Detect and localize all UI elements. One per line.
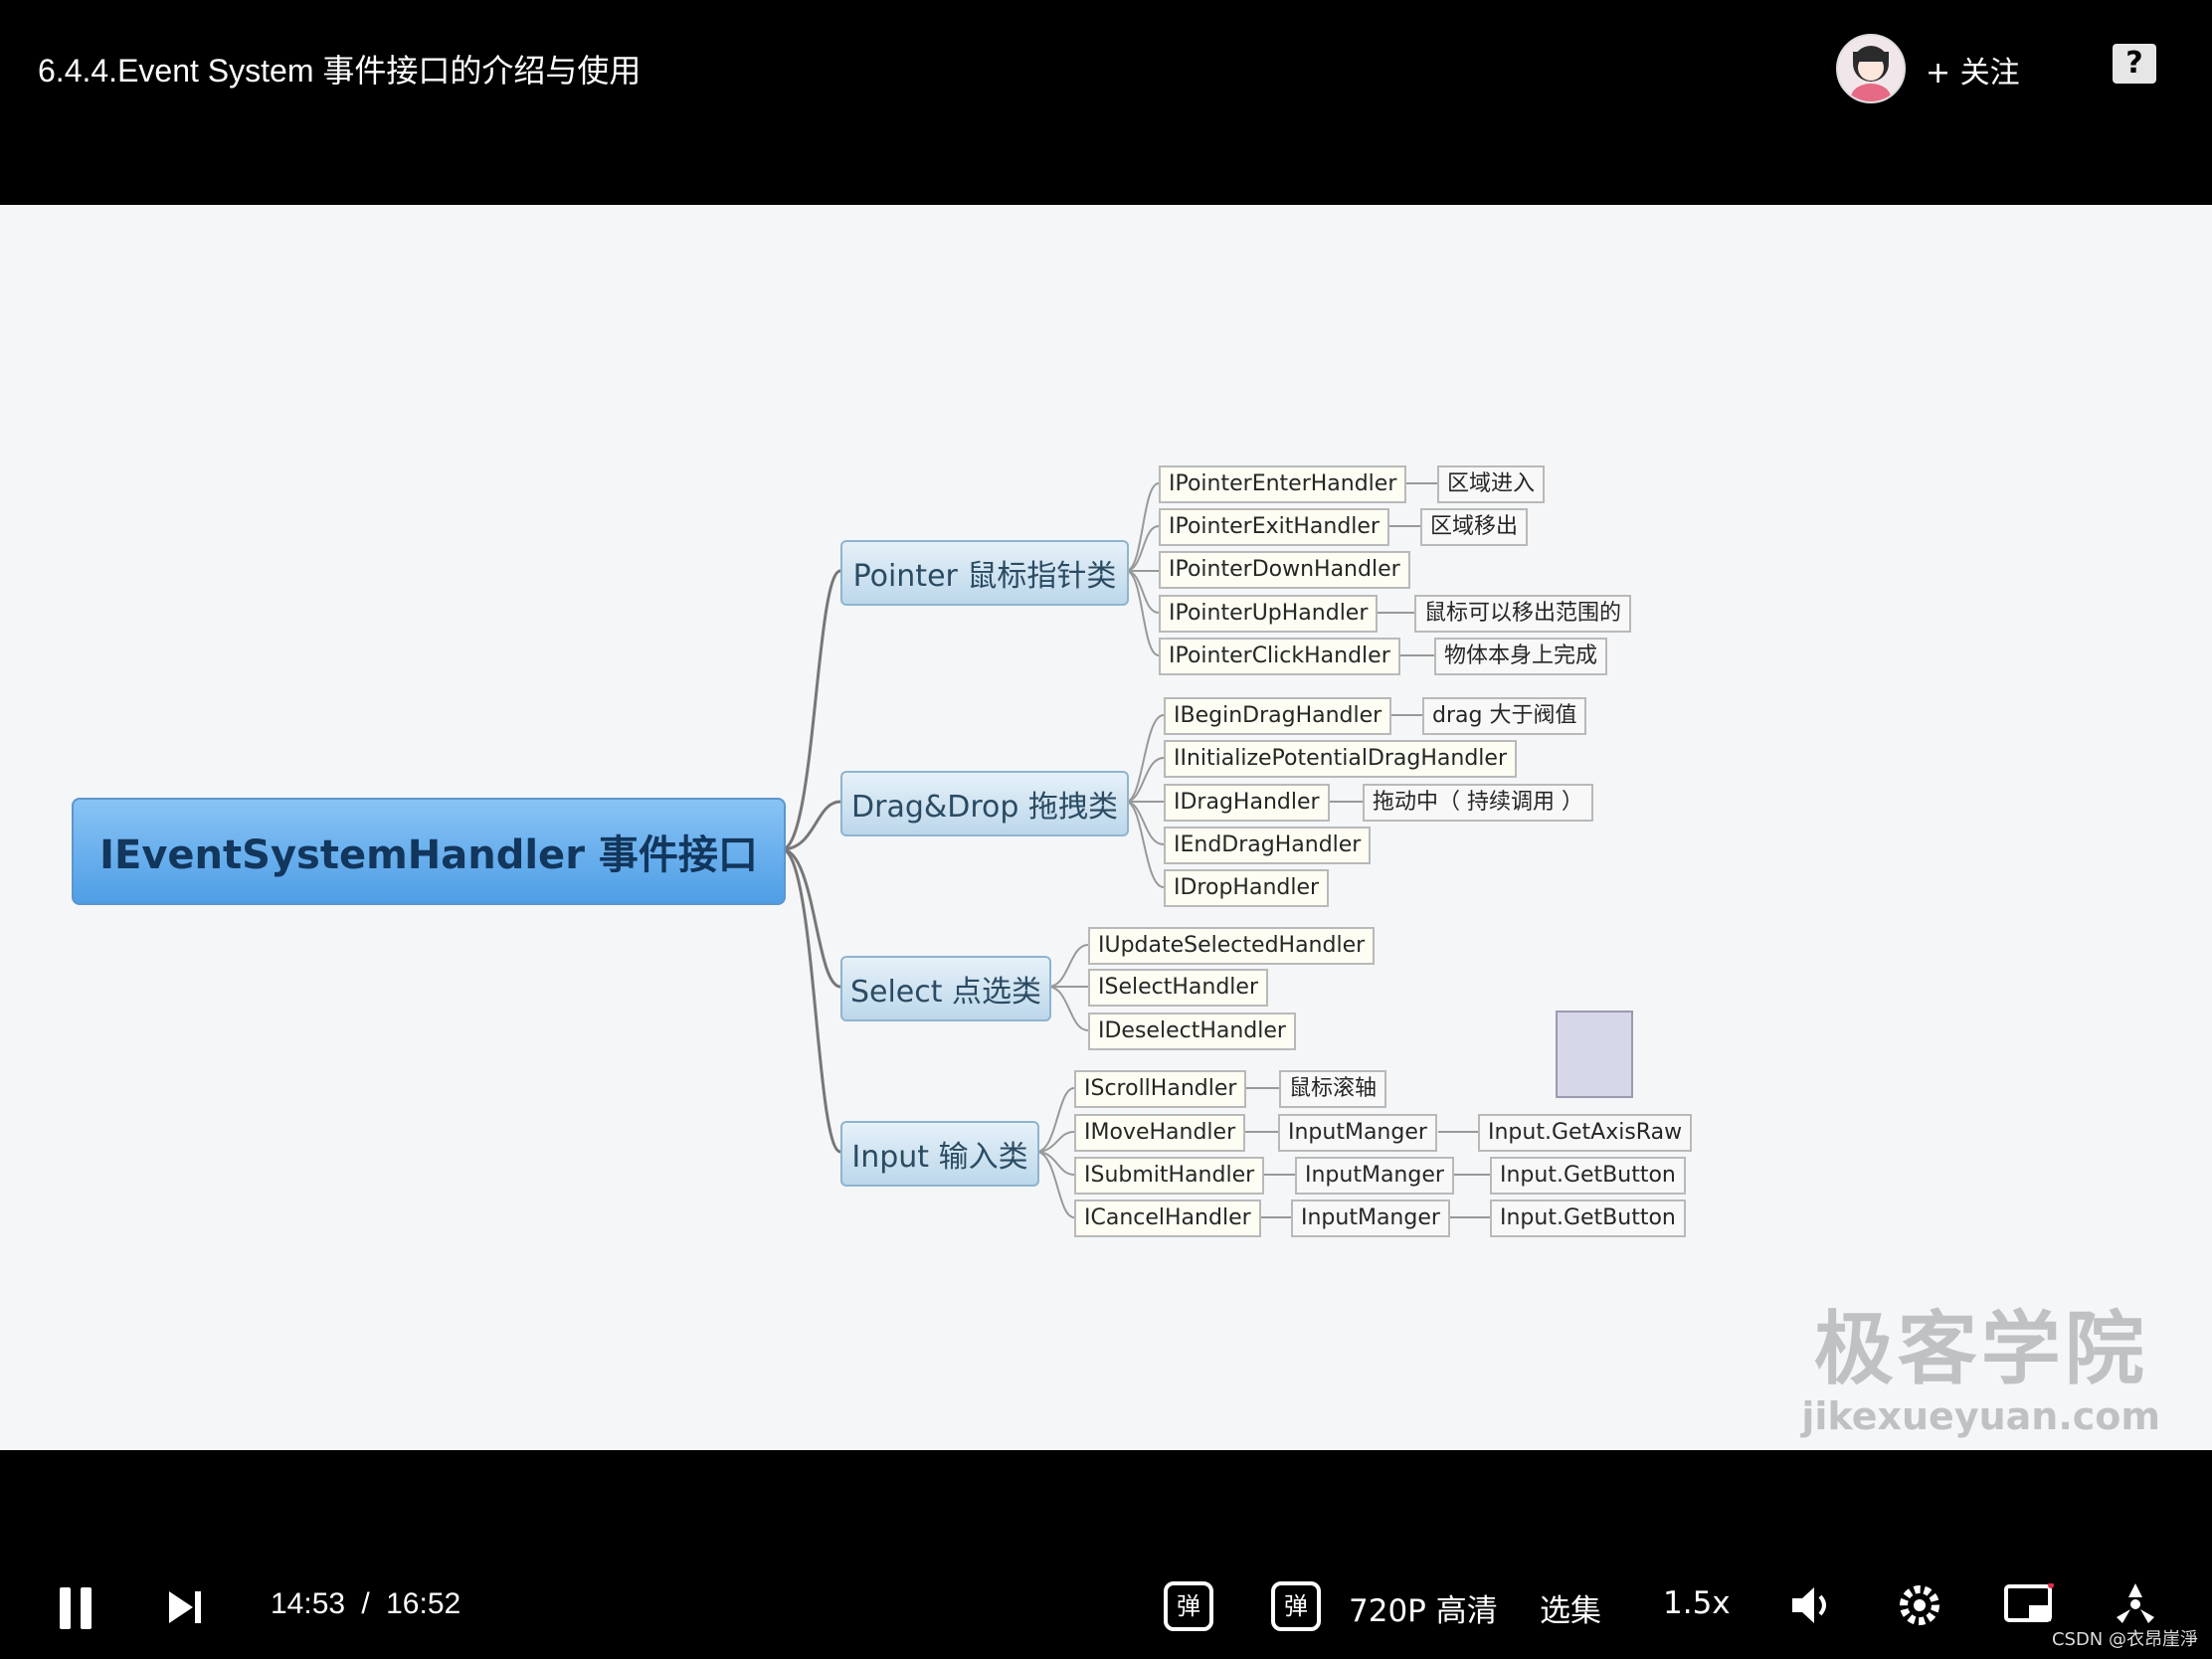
branch-select: Select 点选类 bbox=[840, 956, 1051, 1021]
leaf-drag: IDragHandler bbox=[1164, 784, 1330, 822]
danmaku-toggle-icon[interactable]: 弹 bbox=[1164, 1581, 1213, 1631]
current-time: 14:53 bbox=[271, 1587, 346, 1620]
note-scroll: 鼠标滚轴 bbox=[1279, 1070, 1387, 1108]
note-move-getaxisraw: Input.GetAxisRaw bbox=[1478, 1114, 1693, 1152]
csdn-credit: CSDN @衣昂崖淨 bbox=[2051, 1629, 2198, 1650]
leaf-initialize-potential-drag: IInitializePotentialDragHandler bbox=[1164, 740, 1517, 778]
watermark-logo: 极客学院 bbox=[1813, 1303, 2148, 1395]
note-move-inputmanger: InputManger bbox=[1278, 1114, 1437, 1152]
follow-button[interactable]: + 关注 bbox=[1926, 48, 2020, 92]
leaf-cancel: ICancelHandler bbox=[1074, 1199, 1261, 1237]
video-frame[interactable]: IEventSystemHandler 事件接口 Pointer 鼠标指针类 D… bbox=[0, 205, 2212, 1450]
watermark-url: jikexueyuan.com bbox=[1801, 1394, 2160, 1438]
leaf-pointer-enter: IPointerEnterHandler bbox=[1159, 465, 1407, 503]
time-display: 14:53 / 16:52 bbox=[271, 1587, 461, 1621]
note-pointer-enter: 区域进入 bbox=[1437, 465, 1546, 503]
note-cancel-inputmanger: InputManger bbox=[1291, 1199, 1450, 1237]
leaf-scroll: IScrollHandler bbox=[1074, 1070, 1247, 1108]
quality-button[interactable]: 720P 高清 bbox=[1349, 1585, 1498, 1630]
total-time: 16:52 bbox=[386, 1587, 461, 1620]
settings-gear-icon[interactable] bbox=[1896, 1581, 1943, 1633]
danmaku-settings-icon[interactable]: 弹 bbox=[1271, 1581, 1321, 1631]
note-pointer-up: 鼠标可以移出范围的 bbox=[1414, 595, 1632, 633]
note-pointer-exit: 区域移出 bbox=[1420, 508, 1529, 546]
leaf-pointer-down: IPointerDownHandler bbox=[1159, 551, 1410, 589]
note-drag: 拖动中（ 持续调用 ） bbox=[1363, 784, 1593, 822]
branch-pointer: Pointer 鼠标指针类 bbox=[840, 540, 1129, 606]
picture-in-picture-icon[interactable] bbox=[2003, 1582, 2055, 1631]
placeholder-square bbox=[1556, 1011, 1633, 1098]
help-icon[interactable]: ? bbox=[2113, 44, 2156, 84]
watermark: 极客学院 jikexueyuan.com bbox=[1801, 1285, 2160, 1438]
note-submit-inputmanger: InputManger bbox=[1295, 1157, 1454, 1195]
leaf-pointer-click: IPointerClickHandler bbox=[1159, 638, 1400, 675]
leaf-pointer-exit: IPointerExitHandler bbox=[1159, 508, 1389, 546]
volume-icon[interactable] bbox=[1788, 1581, 1836, 1633]
leaf-move: IMoveHandler bbox=[1074, 1114, 1246, 1152]
note-pointer-click: 物体本身上完成 bbox=[1434, 638, 1608, 675]
pause-icon[interactable] bbox=[58, 1587, 93, 1629]
leaf-submit: ISubmitHandler bbox=[1074, 1157, 1265, 1195]
player-controls: 14:53 / 16:52 弹 弹 720P 高清 选集 1.5x CSDN @… bbox=[0, 1450, 2212, 1659]
leaf-drop: IDropHandler bbox=[1164, 869, 1330, 907]
episodes-button[interactable]: 选集 bbox=[1540, 1585, 1601, 1630]
leaf-select: ISelectHandler bbox=[1088, 969, 1268, 1007]
note-submit-getbutton: Input.GetButton bbox=[1490, 1157, 1686, 1195]
leaf-end-drag: IEndDragHandler bbox=[1164, 827, 1372, 864]
uploader-avatar[interactable] bbox=[1836, 34, 1906, 103]
top-bar: 6.4.4.Event System 事件接口的介绍与使用 + 关注 ? bbox=[0, 0, 2212, 205]
mindmap-root-node: IEventSystemHandler 事件接口 bbox=[72, 798, 786, 905]
leaf-update-selected: IUpdateSelectedHandler bbox=[1088, 927, 1376, 965]
note-cancel-getbutton: Input.GetButton bbox=[1490, 1199, 1686, 1237]
video-title: 6.4.4.Event System 事件接口的介绍与使用 bbox=[38, 53, 642, 89]
speed-button[interactable]: 1.5x bbox=[1663, 1585, 1731, 1621]
branch-drag-drop: Drag&Drop 拖拽类 bbox=[840, 771, 1129, 836]
branch-input: Input 输入类 bbox=[840, 1121, 1039, 1187]
leaf-pointer-up: IPointerUpHandler bbox=[1159, 595, 1379, 633]
leaf-deselect: IDeselectHandler bbox=[1088, 1013, 1296, 1050]
leaf-begin-drag: IBeginDragHandler bbox=[1164, 697, 1392, 735]
next-icon[interactable] bbox=[167, 1589, 203, 1625]
note-begin-drag: drag 大于阀值 bbox=[1422, 697, 1587, 735]
time-separator: / bbox=[361, 1587, 370, 1620]
